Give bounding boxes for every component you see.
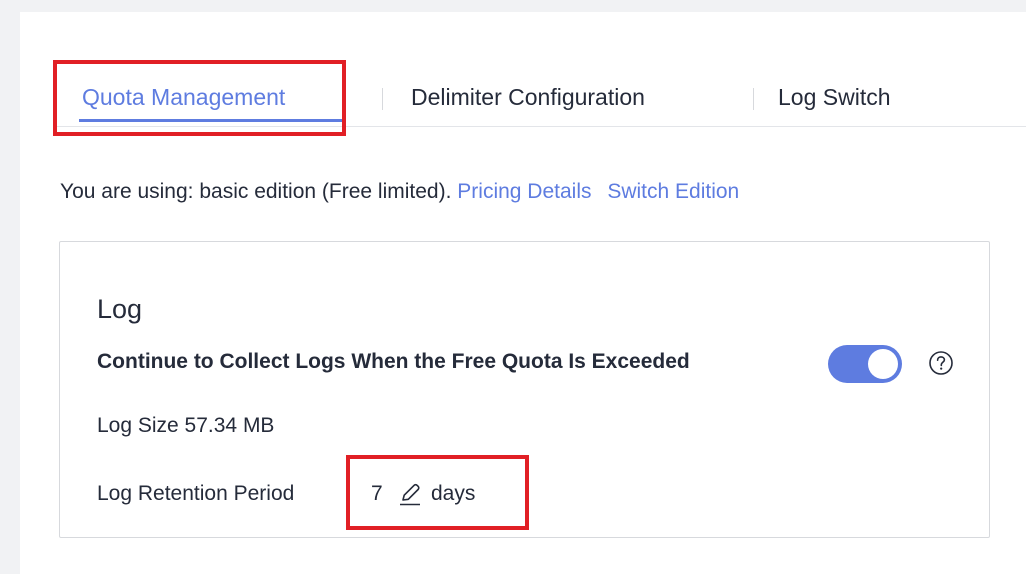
quota-panel: Quota Management Delimiter Configuration… [20,12,1026,574]
log-retention-label: Log Retention Period [97,482,295,505]
tab-delimiter-configuration[interactable]: Delimiter Configuration [411,84,645,111]
question-circle-icon[interactable] [928,350,954,376]
pricing-details-link[interactable]: Pricing Details [457,180,591,203]
tab-divider [753,88,754,110]
edition-info: You are using: basic edition (Free limit… [60,180,739,204]
collect-logs-label: Continue to Collect Logs When the Free Q… [97,350,690,373]
toggle-knob [868,349,898,379]
switch-edition-link[interactable]: Switch Edition [607,180,739,203]
tab-log-switch[interactable]: Log Switch [778,84,891,111]
edition-text: You are using: basic edition (Free limit… [60,180,452,203]
collect-logs-toggle[interactable] [828,345,902,383]
highlight-box-retention [346,455,529,530]
log-card-title: Log [97,294,143,324]
tab-divider [382,88,383,110]
log-size: Log Size 57.34 MB [97,414,275,437]
highlight-box-tab [53,60,346,136]
